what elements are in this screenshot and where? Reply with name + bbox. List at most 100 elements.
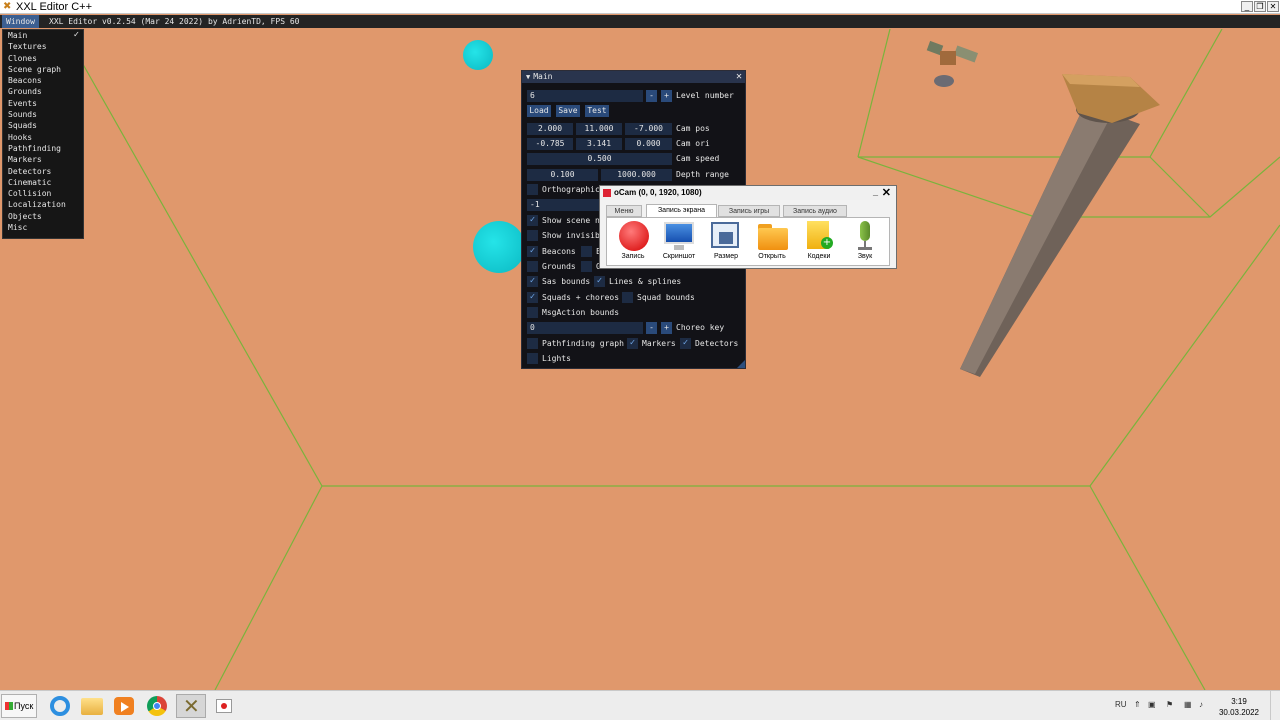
pathfinding-row: Pathfinding graph ✓ Markers ✓ Detectors [527, 338, 742, 350]
window-title: XXL Editor C++ [16, 1, 93, 13]
menu-item-markers[interactable]: Markers [3, 154, 83, 165]
msgaction-checkbox[interactable] [527, 307, 538, 318]
ocam-tabs: Меню Запись экрана Запись игры Запись ау… [606, 204, 890, 218]
taskbar-media-player-icon[interactable] [109, 694, 139, 718]
lights-checkbox[interactable] [527, 353, 538, 364]
beacons-extra-checkbox[interactable] [581, 246, 592, 257]
choreo-key-label: Choreo key [676, 323, 725, 332]
level-decrement-button[interactable]: - [646, 90, 657, 102]
choreo-increment-button[interactable]: + [661, 322, 672, 334]
cam-pos-z-input[interactable]: -7.000 [625, 123, 672, 135]
menu-item-misc[interactable]: Misc [3, 222, 83, 233]
menu-item-squads[interactable]: Squads [3, 120, 83, 131]
grounds-extra-checkbox[interactable] [581, 261, 592, 272]
taskbar-chrome-icon[interactable] [142, 694, 172, 718]
resize-grip-icon[interactable] [737, 360, 745, 368]
load-button[interactable]: Load [527, 105, 551, 117]
menu-item-grounds[interactable]: Grounds [3, 86, 83, 97]
orthographic-checkbox[interactable] [527, 184, 538, 195]
taskbar-clock[interactable]: 3:19 30.03.2022 [1218, 696, 1260, 718]
menu-item-hooks[interactable]: Hooks [3, 132, 83, 143]
menu-item-sounds[interactable]: Sounds [3, 109, 83, 120]
tab-menu[interactable]: Меню [606, 205, 642, 217]
lines-splines-checkbox[interactable]: ✓ [594, 276, 605, 287]
tab-screen-record[interactable]: Запись экрана [646, 204, 717, 218]
menu-item-events[interactable]: Events [3, 98, 83, 109]
tab-audio-record[interactable]: Запись аудио [783, 205, 847, 217]
cam-pos-y-input[interactable]: 11.000 [576, 123, 622, 135]
test-button[interactable]: Test [585, 105, 609, 117]
cam-pos-x-input[interactable]: 2.000 [527, 123, 573, 135]
sound-button[interactable]: Звук [843, 220, 887, 266]
menu-item-textures[interactable]: Textures [3, 41, 83, 52]
taskbar-xxl-editor-icon[interactable]: ✕ [176, 694, 206, 718]
menu-item-collision[interactable]: Collision [3, 188, 83, 199]
cam-ori-x-input[interactable]: -0.785 [527, 138, 573, 150]
tray-app-icon[interactable]: ▣ [1148, 700, 1156, 709]
language-indicator[interactable]: RU [1115, 700, 1127, 709]
menu-item-main[interactable]: Main ✓ [3, 30, 83, 41]
squads-choreos-checkbox[interactable]: ✓ [527, 292, 538, 303]
msgaction-row: MsgAction bounds [527, 307, 742, 319]
sas-bounds-checkbox[interactable]: ✓ [527, 276, 538, 287]
minimize-button[interactable]: _ [1241, 1, 1253, 12]
window-menu-button[interactable]: Window [2, 15, 39, 28]
menu-item-pathfinding[interactable]: Pathfinding [3, 143, 83, 154]
show-scene-checkbox[interactable]: ✓ [527, 215, 538, 226]
tray-expand-icon[interactable]: ⇑ [1134, 700, 1141, 709]
depth-near-input[interactable]: 0.100 [527, 169, 598, 181]
taskbar-ocam-icon[interactable] [209, 694, 239, 718]
cam-ori-z-input[interactable]: 0.000 [625, 138, 672, 150]
grid-line [214, 485, 323, 690]
markers-checkbox[interactable]: ✓ [627, 338, 638, 349]
maximize-button[interactable]: ❐ [1254, 1, 1266, 12]
show-desktop-button[interactable] [1270, 691, 1280, 720]
beacons-checkbox[interactable]: ✓ [527, 246, 538, 257]
pathfinding-checkbox[interactable] [527, 338, 538, 349]
level-number-input[interactable]: 6 [527, 90, 643, 102]
squad-bounds-checkbox[interactable] [622, 292, 633, 303]
collapse-arrow-icon[interactable]: ▼ [526, 73, 530, 81]
tray-flag-icon[interactable]: ⚑ [1166, 700, 1173, 709]
tray-network-icon[interactable]: ▦ [1184, 700, 1192, 709]
level-increment-button[interactable]: + [661, 90, 672, 102]
ocam-close-button[interactable]: ✕ [882, 186, 891, 200]
show-invisible-checkbox[interactable] [527, 230, 538, 241]
depth-far-input[interactable]: 1000.000 [601, 169, 672, 181]
screenshot-button[interactable]: Скриншот [657, 220, 701, 266]
teal-orb-large[interactable] [473, 221, 525, 273]
menu-item-cinematic[interactable]: Cinematic [3, 177, 83, 188]
save-button[interactable]: Save [556, 105, 580, 117]
detectors-checkbox[interactable]: ✓ [680, 338, 691, 349]
menu-item-objects[interactable]: Objects [3, 211, 83, 222]
menu-item-beacons[interactable]: Beacons [3, 75, 83, 86]
ocam-titlebar[interactable]: oCam (0, 0, 1920, 1080) _ ✕ [600, 186, 896, 200]
open-button[interactable]: Открыть [750, 220, 794, 266]
taskbar-explorer-icon[interactable] [77, 694, 107, 718]
codecs-button[interactable]: + Кодеки [797, 220, 841, 266]
choreo-key-input[interactable]: 0 [527, 322, 643, 334]
menu-item-scene-graph[interactable]: Scene graph [3, 64, 83, 75]
ocam-minimize-button[interactable]: _ [873, 186, 878, 198]
main-window-close-button[interactable]: ✕ [736, 71, 742, 83]
tray-volume-icon[interactable]: ♪ [1199, 700, 1203, 709]
detectors-label: Detectors [695, 339, 739, 348]
grounds-checkbox[interactable] [527, 261, 538, 272]
menu-item-clones[interactable]: Clones [3, 53, 83, 64]
resize-button[interactable]: Размер [704, 220, 748, 266]
grounds-label: Grounds [542, 262, 576, 271]
cam-speed-slider[interactable]: 0.500 [527, 153, 672, 165]
teal-orb-small[interactable] [463, 40, 493, 70]
cam-ori-y-input[interactable]: 3.141 [576, 138, 622, 150]
choreo-key-row: 0 - + Choreo key [527, 322, 742, 334]
taskbar-ie-icon[interactable] [45, 694, 75, 718]
choreo-decrement-button[interactable]: - [646, 322, 657, 334]
main-window-titlebar[interactable]: ▼ Main ✕ [522, 71, 745, 83]
tab-game-record[interactable]: Запись игры [718, 205, 780, 217]
record-button[interactable]: Запись [611, 220, 655, 266]
clock-time: 3:19 [1231, 697, 1247, 706]
menu-item-detectors[interactable]: Detectors [3, 166, 83, 177]
close-window-button[interactable]: ✕ [1267, 1, 1279, 12]
menu-item-localization[interactable]: Localization [3, 199, 83, 210]
start-button[interactable]: Пуск [1, 694, 37, 718]
